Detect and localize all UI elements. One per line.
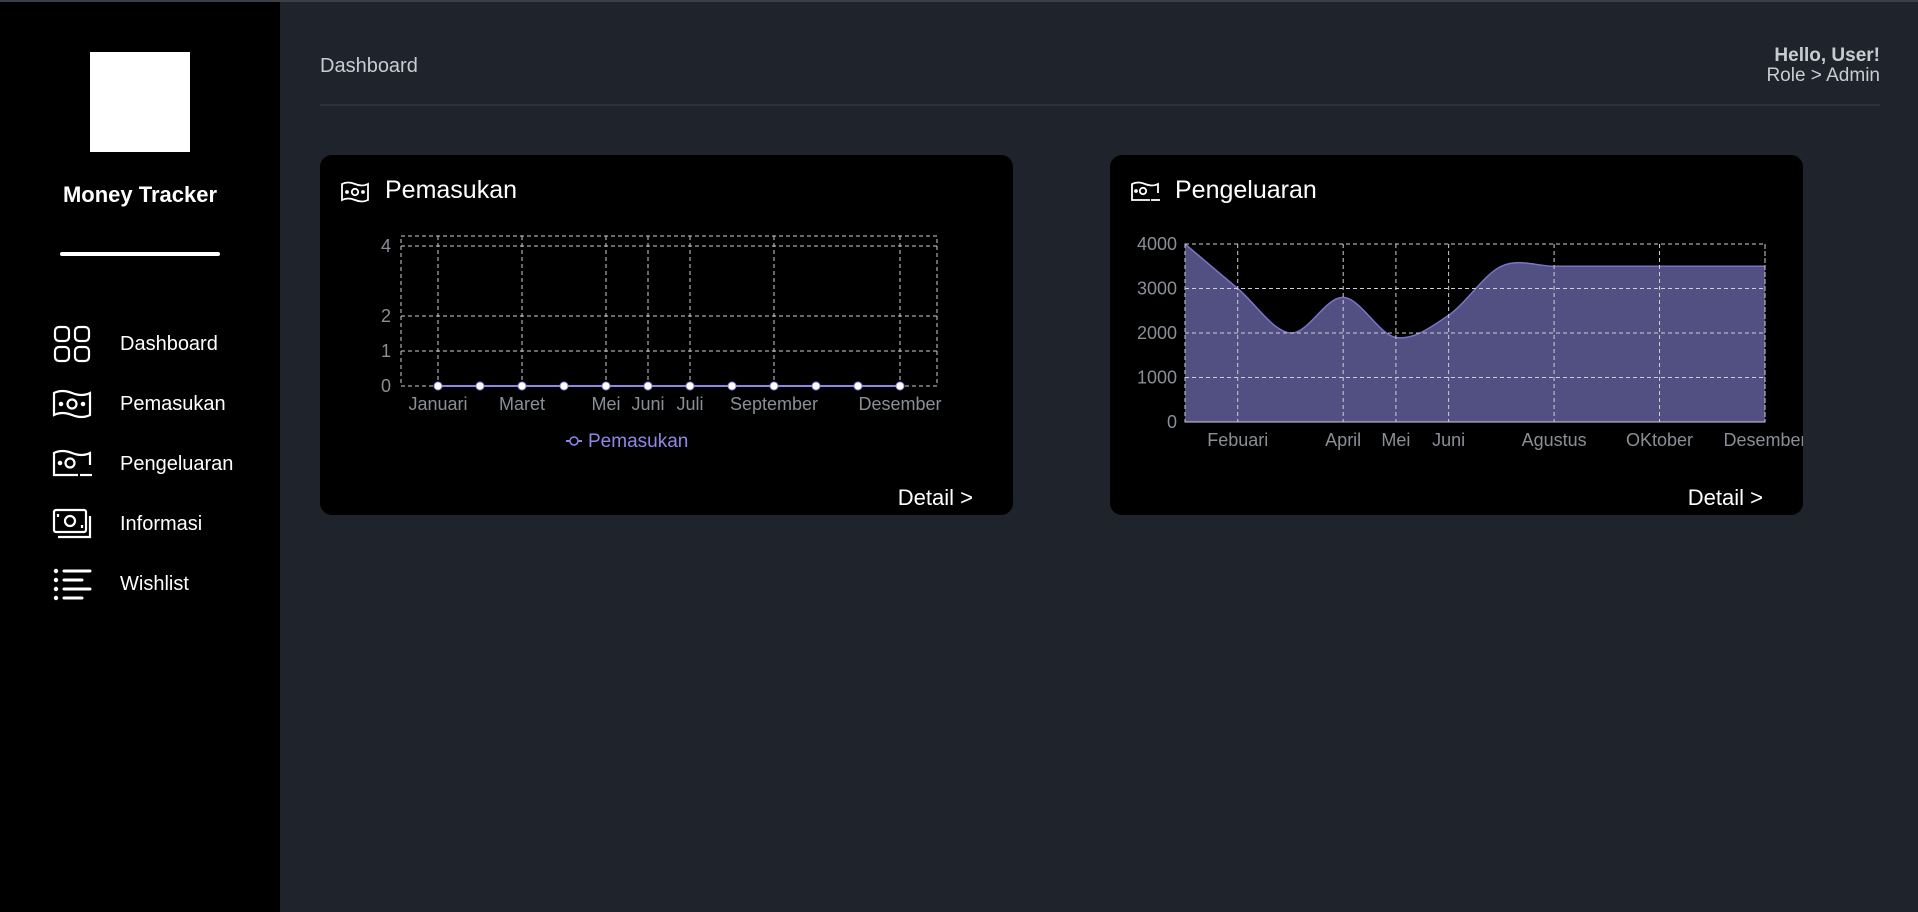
sidebar-item-label: Pengeluaran	[120, 452, 234, 475]
sidebar-item-label: Informasi	[120, 512, 203, 535]
expense-chart: 0 1000 2000 3000 4000 Febuari April Mei Juni Agus…	[1137, 234, 1803, 450]
x-tick-label: April	[1325, 430, 1361, 450]
data-point	[853, 381, 863, 391]
expense-card: Pengeluaran 0 1000 2000 3000 4000 Febuari Apri…	[1110, 155, 1803, 515]
x-tick-label: OKtober	[1626, 430, 1693, 450]
data-point	[601, 381, 611, 391]
y-tick-label: 0	[1167, 412, 1177, 432]
data-point	[475, 381, 485, 391]
data-point	[643, 381, 653, 391]
data-point	[811, 381, 821, 391]
y-tick-label: 1000	[1137, 368, 1177, 388]
sidebar-item-informasi[interactable]: Informasi	[0, 494, 280, 554]
grid-icon	[52, 324, 92, 364]
data-point	[685, 381, 695, 391]
data-point	[895, 381, 905, 391]
user-info: Hello, User! Role > Admin	[1766, 46, 1880, 86]
window-top-border	[0, 0, 1918, 2]
x-tick-label: Mei	[1381, 430, 1410, 450]
money-in-icon	[52, 384, 92, 424]
sidebar: Money Tracker Dashboard Pemasukan Pengel…	[0, 2, 280, 912]
x-tick-label: September	[730, 394, 818, 414]
data-point	[433, 381, 443, 391]
legend-marker	[569, 436, 579, 446]
x-tick-label: Maret	[499, 394, 545, 414]
banknotes-icon	[52, 504, 92, 544]
app-name: Money Tracker	[62, 182, 218, 207]
y-tick-label: 4000	[1137, 234, 1177, 254]
plot-frame	[400, 235, 938, 387]
income-chart: 0 1 2 4 Januari Maret Mei Juni Juli September Dese…	[381, 235, 942, 452]
x-tick-label: Juni	[631, 394, 664, 414]
legend-label: Pemasukan	[588, 431, 688, 452]
y-tick-label: 0	[381, 376, 391, 396]
x-tick-label: Januari	[408, 394, 467, 414]
y-tick-label: 2	[381, 306, 391, 326]
expense-detail-link[interactable]: Detail >	[1688, 485, 1763, 511]
data-point	[517, 381, 527, 391]
sidebar-divider	[60, 252, 220, 256]
x-tick-label: Desember	[858, 394, 941, 414]
x-tick-label: Mei	[591, 394, 620, 414]
user-role: Role > Admin	[1766, 65, 1880, 86]
y-tick-label: 3000	[1137, 279, 1177, 299]
sidebar-nav: Dashboard Pemasukan Pengeluaran Informas…	[0, 314, 280, 614]
x-tick-label: Juni	[1432, 430, 1465, 450]
x-tick-label: Desember	[1723, 430, 1803, 450]
income-detail-link[interactable]: Detail >	[898, 485, 973, 511]
x-tick-label: Juli	[676, 394, 703, 414]
header-divider	[320, 104, 1880, 106]
sidebar-item-label: Wishlist	[120, 572, 189, 595]
sidebar-item-label: Dashboard	[120, 332, 218, 355]
y-tick-label: 4	[381, 236, 391, 256]
y-tick-label: 1	[381, 341, 391, 361]
sidebar-item-pengeluaran[interactable]: Pengeluaran	[0, 434, 280, 494]
x-tick-label: Febuari	[1207, 430, 1268, 450]
sidebar-item-wishlist[interactable]: Wishlist	[0, 554, 280, 614]
sidebar-item-pemasukan[interactable]: Pemasukan	[0, 374, 280, 434]
list-icon	[52, 564, 92, 604]
money-out-icon	[52, 444, 92, 484]
data-point	[769, 381, 779, 391]
sidebar-item-label: Pemasukan	[120, 392, 226, 415]
sidebar-item-dashboard[interactable]: Dashboard	[0, 314, 280, 374]
app-logo	[90, 52, 190, 152]
y-tick-label: 2000	[1137, 323, 1177, 343]
page-title: Dashboard	[320, 55, 418, 77]
income-card: Pemasukan 0 1 2 4 Januari Maret Mei Juni Juli Sep…	[320, 155, 1013, 515]
data-point	[727, 381, 737, 391]
user-greeting: Hello, User!	[1774, 45, 1880, 66]
data-point	[559, 381, 569, 391]
x-tick-label: Agustus	[1522, 430, 1587, 450]
